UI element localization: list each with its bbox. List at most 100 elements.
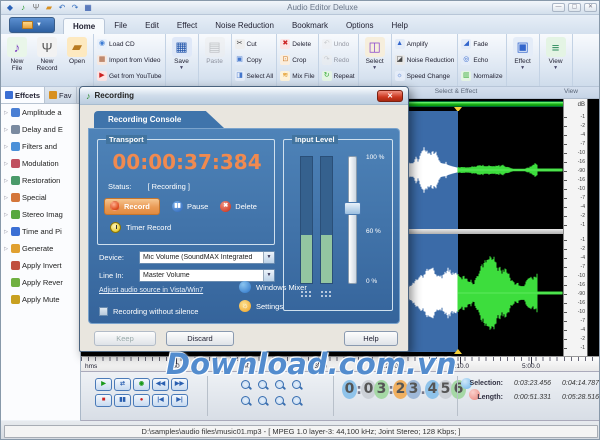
ribbon-button-youtube[interactable]: ▶Get from YouTube [97,70,162,82]
input-level-slider-thumb[interactable] [344,202,361,215]
ribbon-button-open[interactable]: ▰Open [62,35,92,85]
tab-effect[interactable]: Effect [168,18,206,34]
ribbon-button-new-record[interactable]: ΨNew Record [32,35,62,85]
effects-tree-item[interactable]: ▷Time and Pi [1,223,80,240]
chevron-down-icon[interactable]: ▼ [263,252,274,263]
device-select[interactable]: Mic Volume (SoundMAX Integrated ▼ [139,251,275,264]
open-icon[interactable]: ▰ [44,3,54,13]
sidebar-tab-effcets[interactable]: Effcets [1,87,45,103]
zoom-vertical-in-button[interactable] [239,395,254,408]
settings-button[interactable]: ☼ Settings [239,300,283,312]
application-menu-button[interactable]: ▼ [9,17,55,33]
ribbon-button-save[interactable]: ▦Save▼ [167,35,197,85]
windows-mixer-button[interactable]: Windows Mixer [239,281,307,293]
pause-button[interactable]: ▮▮ Pause [172,201,208,212]
ribbon-button-crop[interactable]: ⊡Crop [280,54,314,66]
zoom-in-button[interactable] [239,379,254,392]
effects-tree-item[interactable]: ▷Amplitude a [1,104,80,121]
delete-button[interactable]: ✖ Delete [220,201,257,212]
loop-button[interactable]: ⇄ [114,378,131,391]
play-selection-button[interactable]: ◉ [133,378,150,391]
ribbon-button-amplify[interactable]: ▲Amplify [395,38,455,50]
record-button[interactable]: Record [104,198,160,215]
effects-tree-item[interactable]: ▷Restoration [1,172,80,189]
ribbon-button-fade[interactable]: ◢Fade [461,38,502,50]
microphone-icon[interactable]: Ψ [31,3,41,13]
close-button[interactable]: ✕ [584,3,597,12]
ribbon-button-view[interactable]: ≡View▼ [541,35,571,85]
input-level-slider-track[interactable] [348,156,357,284]
ribbon-button-copy[interactable]: ▣Copy [235,54,274,66]
play-button[interactable]: ▶ [95,378,112,391]
chevron-down-icon[interactable]: ▼ [263,270,274,281]
ribbon-button-select-all[interactable]: ◨Select All [235,70,274,82]
pause-button[interactable]: ▮▮ [114,394,131,407]
save-icon[interactable]: ▦ [83,3,93,13]
waveform-icon[interactable]: ♪ [18,3,28,13]
ribbon-button-repeat[interactable]: ↻Repeat [322,70,355,82]
zoom-full-button[interactable] [290,379,305,392]
tab-home[interactable]: Home [63,18,105,34]
expand-icon[interactable]: ▷ [3,110,9,116]
tab-help[interactable]: Help [383,18,417,34]
tab-edit[interactable]: Edit [136,18,168,34]
ribbon-button-import-video[interactable]: ▦Import from Video [97,54,162,66]
redo-icon[interactable]: ↷ [70,3,80,13]
effects-tree-item[interactable]: ▷Generate [1,240,80,257]
ribbon-button-load-cd[interactable]: ◉Load CD [97,38,162,50]
ribbon-button-paste[interactable]: ▤Paste [200,35,230,85]
expand-icon[interactable]: ▷ [3,229,9,235]
stop-button[interactable]: ■ [95,394,112,407]
ribbon-button-select[interactable]: ◫Select▼ [360,35,390,85]
ribbon-button-new-file[interactable]: ♪New File [2,35,32,85]
tab-bookmark[interactable]: Bookmark [283,18,337,34]
ribbon-button-noise-reduction[interactable]: ◪Noise Reduction [395,54,455,66]
ribbon-button-undo[interactable]: ↶Undo [322,38,355,50]
ribbon-button-redo[interactable]: ↷Redo [322,54,355,66]
fast-forward-button[interactable]: ▶▶ [171,378,188,391]
ribbon-button-normalize[interactable]: ▥Normalize [461,70,502,82]
adjust-audio-source-link[interactable]: Adjust audio source in Vista/Win7 [99,287,203,294]
keep-button[interactable]: Keep [94,331,156,346]
expand-icon[interactable]: ▷ [3,144,9,150]
recording-console-tab[interactable]: Recording Console [94,111,224,128]
effects-tree-item[interactable]: ▷Filters and [1,138,80,155]
effects-tree-item[interactable]: ▷Delay and E [1,121,80,138]
time-ruler[interactable]: hms 0:50.01:40.02:30.03:20.04:10.05:00.0 [81,356,600,372]
expand-icon[interactable]: ▷ [3,195,9,201]
zoom-vertical-out-button[interactable] [256,395,271,408]
app-icon[interactable]: ◆ [5,3,15,13]
effects-tree-item[interactable]: Apply Invert [1,257,80,274]
go-start-button[interactable]: |◀ [152,394,169,407]
effects-tree-item[interactable]: ▷Stereo Imag [1,206,80,223]
expand-icon[interactable]: ▷ [3,127,9,133]
ribbon-button-speed-change[interactable]: ☼Speed Change [395,70,455,82]
effects-tree-item[interactable]: Apply Mute [1,291,80,308]
zoom-out-button[interactable] [256,379,271,392]
ribbon-button-delete[interactable]: ✖Delete [280,38,314,50]
expand-icon[interactable]: ▷ [3,246,9,252]
effects-tree-item[interactable]: ▷Modulation [1,155,80,172]
zoom-horizontal-button[interactable] [273,395,288,408]
go-end-button[interactable]: ▶| [171,394,188,407]
zoom-reset-button[interactable] [290,395,305,408]
tab-noise-reduction[interactable]: Noise Reduction [206,18,283,34]
tab-options[interactable]: Options [337,18,383,34]
effects-tree-item[interactable]: Apply Rever [1,274,80,291]
record-button[interactable]: ● [133,394,150,407]
help-button[interactable]: Help [344,331,398,346]
undo-icon[interactable]: ↶ [57,3,67,13]
expand-icon[interactable]: ▷ [3,212,9,218]
zoom-selection-button[interactable] [273,379,288,392]
ribbon-button-mix-file[interactable]: ≋Mix File [280,70,314,82]
dialog-title-bar[interactable]: ♪ Recording ✕ [80,87,408,105]
expand-icon[interactable]: ▷ [3,178,9,184]
timer-record-button[interactable]: Timer Record [110,222,171,233]
expand-icon[interactable]: ▷ [3,161,9,167]
discard-button[interactable]: Discard [166,331,234,346]
ribbon-button-echo[interactable]: ◎Echo [461,54,502,66]
rewind-button[interactable]: ◀◀ [152,378,169,391]
tab-file[interactable]: File [105,18,136,34]
minimize-button[interactable]: — [552,3,565,12]
maximize-button[interactable]: ▢ [568,3,581,12]
